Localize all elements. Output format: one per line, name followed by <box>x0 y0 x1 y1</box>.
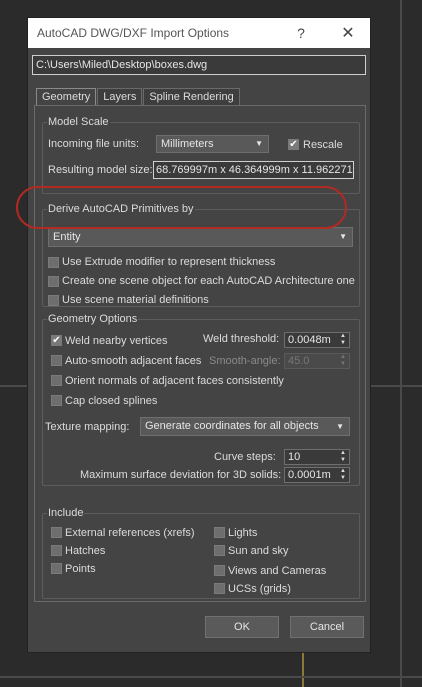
sun-sky-checkbox[interactable] <box>214 545 225 556</box>
tab-spline-rendering[interactable]: Spline Rendering <box>143 88 240 106</box>
incoming-units-dropdown[interactable]: Millimeters ▼ <box>156 135 269 153</box>
orient-normals-checkbox[interactable] <box>51 375 62 386</box>
ok-button[interactable]: OK <box>205 616 279 638</box>
viewport-grid-line <box>0 385 27 387</box>
rescale-label: Rescale <box>303 139 343 151</box>
dialog-title: AutoCAD DWG/DXF Import Options <box>37 26 230 40</box>
geometry-tab-panel: Model Scale Incoming file units: Millime… <box>34 105 366 602</box>
extrude-checkbox[interactable] <box>48 257 59 268</box>
lights-checkbox[interactable] <box>214 527 225 538</box>
ucss-checkbox[interactable] <box>214 583 225 594</box>
curve-steps-value: 10 <box>288 451 301 463</box>
curve-steps-spinner[interactable]: 10 ▲ ▼ <box>284 449 350 465</box>
xrefs-label: External references (xrefs) <box>65 527 195 539</box>
smooth-angle-value: 45.0 <box>288 355 310 367</box>
include-group: Include External references (xrefs) Hatc… <box>42 507 360 599</box>
geometry-options-label: Geometry Options <box>47 313 139 325</box>
surface-deviation-spinner[interactable]: 0.0001m ▲ ▼ <box>284 467 350 483</box>
incoming-units-label: Incoming file units: <box>48 138 140 150</box>
curve-steps-label: Curve steps: <box>214 451 276 463</box>
lights-label: Lights <box>228 527 258 539</box>
viewport-grid-line <box>371 385 422 387</box>
derive-primitives-dropdown[interactable]: Entity ▼ <box>48 227 353 247</box>
import-options-dialog: AutoCAD DWG/DXF Import Options ? ✕ C:\Us… <box>27 17 371 653</box>
model-size-field[interactable]: 68.769997m x 46.364999m x 11.962271m <box>153 161 354 179</box>
weld-threshold-value: 0.0048m <box>288 334 331 346</box>
surface-deviation-label: Maximum surface deviation for 3D solids: <box>80 469 282 481</box>
orient-normals-label: Orient normals of adjacent faces consist… <box>65 375 284 387</box>
views-cameras-label: Views and Cameras <box>228 565 327 577</box>
rescale-checkbox[interactable]: ✔ <box>288 139 299 150</box>
scene-object-label: Create one scene object for each AutoCAD… <box>62 275 355 287</box>
geometry-options-group: Geometry Options ✔ Weld nearby vertices … <box>42 313 360 486</box>
spinner-arrows-icon[interactable]: ▲ ▼ <box>339 333 347 347</box>
derive-primitives-value: Entity <box>53 231 81 243</box>
smooth-angle-label: Smooth-angle: <box>209 355 281 367</box>
texture-mapping-value: Generate coordinates for all objects <box>145 420 319 432</box>
autosmooth-label: Auto-smooth adjacent faces <box>65 355 202 367</box>
include-label: Include <box>47 507 85 519</box>
model-size-label: Resulting model size: <box>48 164 153 176</box>
close-icon[interactable]: ✕ <box>333 18 363 48</box>
weld-threshold-spinner[interactable]: 0.0048m ▲ ▼ <box>284 332 350 348</box>
cancel-button[interactable]: Cancel <box>290 616 364 638</box>
chevron-down-icon: ▼ <box>336 422 344 431</box>
texture-mapping-dropdown[interactable]: Generate coordinates for all objects ▼ <box>140 417 350 436</box>
scene-object-checkbox[interactable] <box>48 276 59 287</box>
sun-sky-label: Sun and sky <box>228 545 289 557</box>
tab-layers[interactable]: Layers <box>97 88 143 106</box>
chevron-down-icon: ▼ <box>255 139 263 148</box>
cap-splines-checkbox[interactable] <box>51 395 62 406</box>
autosmooth-checkbox[interactable] <box>51 355 62 366</box>
viewport-grid-line <box>302 653 304 687</box>
material-label: Use scene material definitions <box>62 294 209 306</box>
weld-threshold-label: Weld threshold: <box>203 333 280 345</box>
material-checkbox[interactable] <box>48 295 59 306</box>
hatches-checkbox[interactable] <box>51 545 62 556</box>
weld-checkbox[interactable]: ✔ <box>51 335 62 346</box>
annotation-ellipse <box>16 186 347 229</box>
viewport-grid-line <box>400 0 402 687</box>
model-scale-group: Model Scale Incoming file units: Millime… <box>42 116 360 194</box>
xrefs-checkbox[interactable] <box>51 527 62 538</box>
spinner-arrows-icon[interactable]: ▲ ▼ <box>339 450 347 464</box>
incoming-units-value: Millimeters <box>161 138 214 150</box>
cap-splines-label: Cap closed splines <box>65 395 158 407</box>
viewport-grid-line <box>0 676 422 678</box>
weld-label: Weld nearby vertices <box>65 335 168 347</box>
ucss-label: UCSs (grids) <box>228 583 291 595</box>
extrude-label: Use Extrude modifier to represent thickn… <box>62 256 276 268</box>
file-path-field[interactable]: C:\Users\Miled\Desktop\boxes.dwg <box>32 55 366 75</box>
help-icon[interactable]: ? <box>286 18 316 48</box>
chevron-down-icon: ▼ <box>339 232 347 241</box>
smooth-angle-spinner[interactable]: 45.0 ▲ ▼ <box>284 353 350 369</box>
texture-mapping-label: Texture mapping: <box>45 421 130 433</box>
surface-deviation-value: 0.0001m <box>288 469 331 481</box>
points-checkbox[interactable] <box>51 563 62 574</box>
spinner-arrows-icon[interactable]: ▲ ▼ <box>339 468 347 482</box>
title-bar: AutoCAD DWG/DXF Import Options ? ✕ <box>28 18 370 48</box>
model-scale-label: Model Scale <box>47 116 110 128</box>
hatches-label: Hatches <box>65 545 106 557</box>
points-label: Points <box>65 563 96 575</box>
spinner-arrows-icon[interactable]: ▲ ▼ <box>339 354 347 368</box>
tab-bar: Geometry Layers Spline Rendering <box>36 88 241 107</box>
views-cameras-checkbox[interactable] <box>214 565 225 576</box>
